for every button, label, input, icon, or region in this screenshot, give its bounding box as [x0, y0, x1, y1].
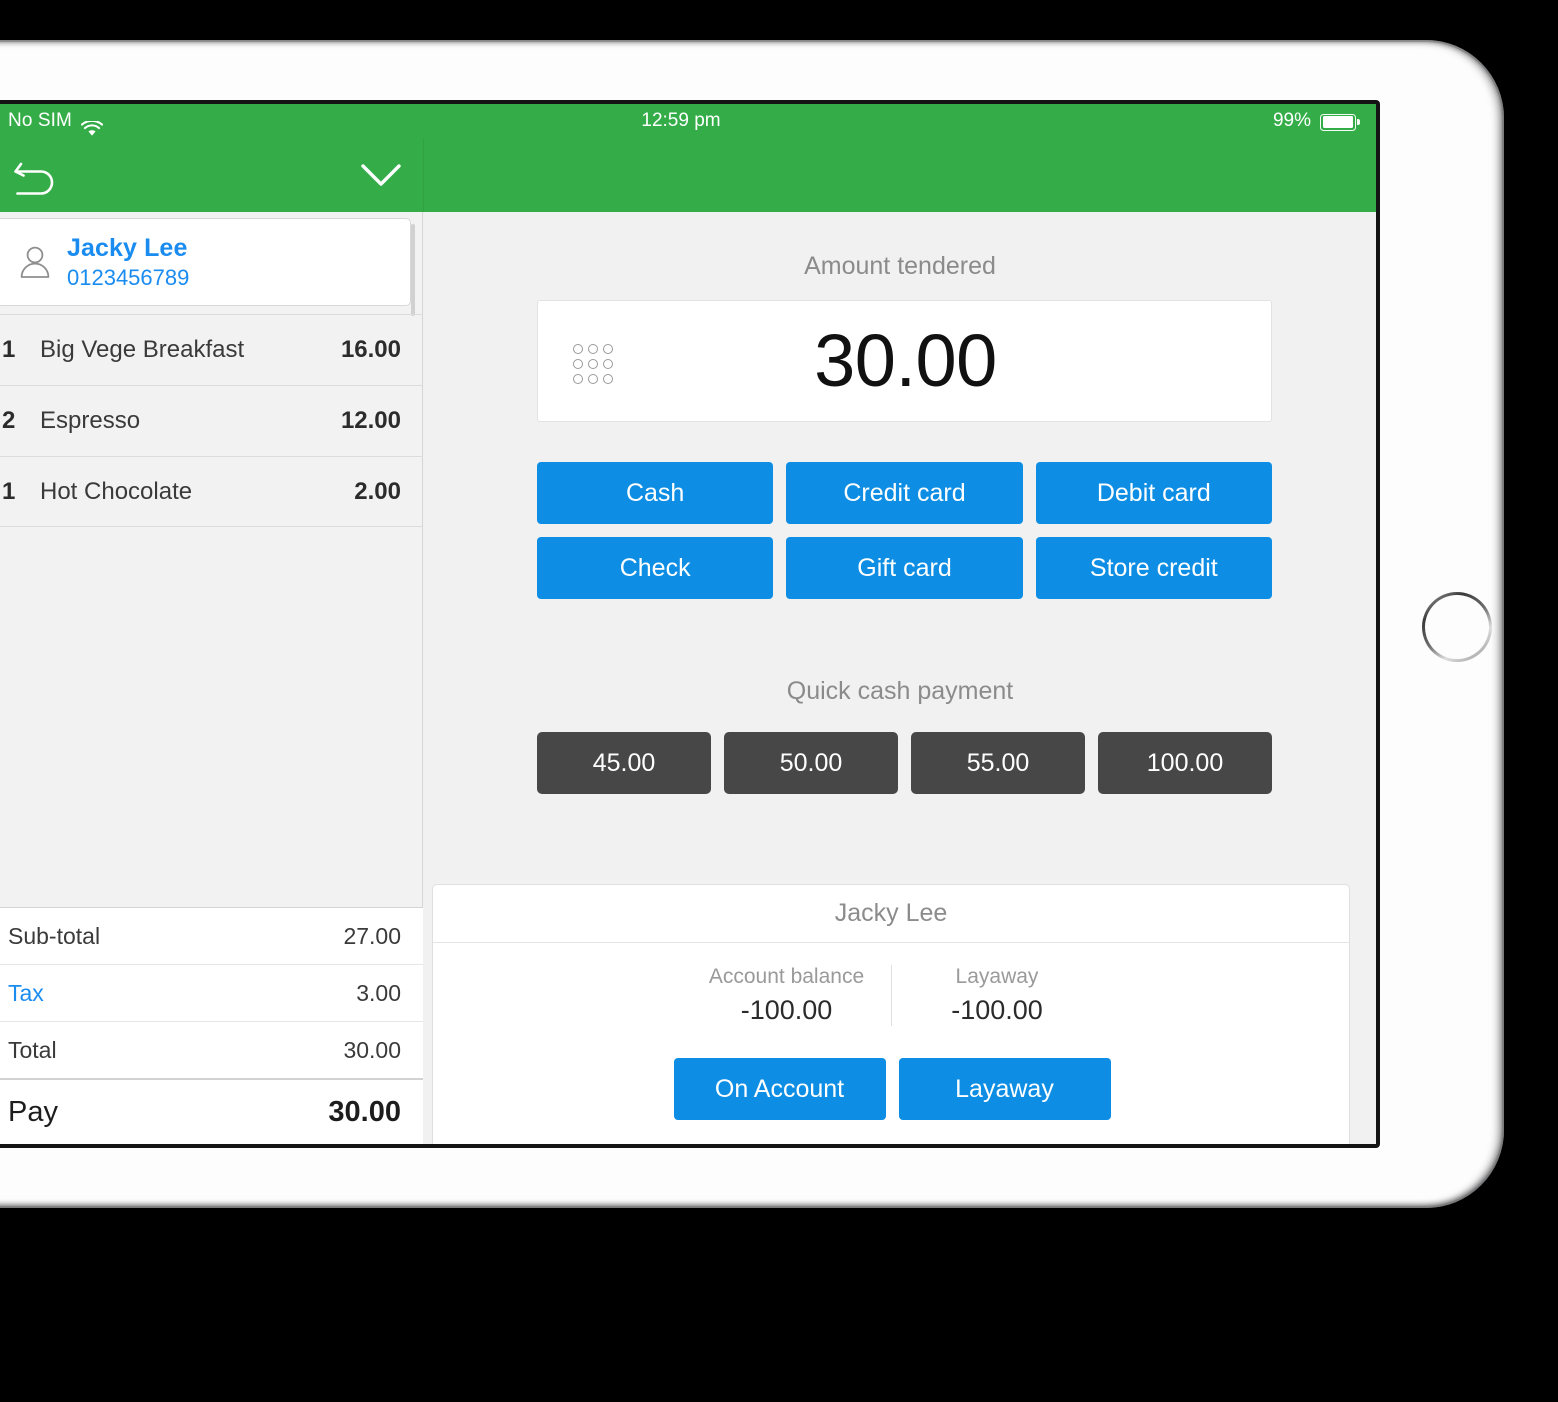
quick-cash-button-4[interactable]: 100.00 [1098, 732, 1272, 794]
status-bar-right: 99% [1272, 104, 1360, 138]
payment-method-credit-card-button[interactable]: Credit card [786, 462, 1023, 524]
customer-card[interactable]: Jacky Lee 0123456789 [0, 218, 411, 306]
payment-method-debit-card-button[interactable]: Debit card [1035, 462, 1272, 524]
status-bar-clock: 12:59 pm [641, 110, 721, 131]
app-navbar [0, 138, 1376, 212]
pay-value: 30.00 [328, 1095, 401, 1128]
sale-sidebar: Jacky Lee 0123456789 1 Big Vege Breakfas… [0, 212, 423, 1144]
line-item-qty: 1 [2, 477, 16, 505]
tax-value: 3.00 [356, 979, 401, 1006]
screenshot-canvas: No SIM 12:59 pm 99% Jacky Lee 0123456789… [0, 0, 1558, 1402]
total-value: 30.00 [343, 1036, 401, 1063]
total-row: Total 30.00 [0, 1021, 423, 1078]
table-row[interactable]: 1 Hot Chocolate 2.00 [0, 456, 423, 527]
app-content: Jacky Lee 0123456789 1 Big Vege Breakfas… [0, 212, 1376, 1144]
totals-panel: Sub-total 27.00 Tax 3.00 Total 30.00 Pay… [0, 907, 423, 1144]
subtotal-label: Sub-total [8, 922, 101, 949]
account-card-actions: On Account Layaway [433, 1058, 1349, 1120]
customer-account-card: Jacky Lee Account balance -100.00 Layawa… [432, 884, 1350, 1144]
subtotal-row: Sub-total 27.00 [0, 907, 423, 964]
layaway-column: Layaway -100.00 [892, 965, 1102, 1026]
table-row[interactable]: 1 Big Vege Breakfast 16.00 [0, 314, 423, 385]
navbar-divider [423, 138, 424, 212]
payment-panel: Amount tendered 30.00 Cash Credit card D… [424, 212, 1376, 1144]
undo-arrow-icon[interactable] [11, 150, 63, 200]
person-icon [9, 244, 61, 280]
chevron-down-icon[interactable] [356, 156, 406, 194]
ipad-screen: No SIM 12:59 pm 99% Jacky Lee 0123456789… [0, 104, 1376, 1144]
line-item-price: 12.00 [340, 407, 401, 434]
home-button[interactable] [1422, 592, 1492, 662]
line-item-name: Big Vege Breakfast [40, 336, 245, 363]
amount-tendered-value: 30.00 [814, 318, 997, 402]
quick-cash-button-1[interactable]: 45.00 [537, 732, 711, 794]
layaway-label: Layaway [955, 965, 1039, 988]
amount-tendered-field[interactable]: 30.00 [537, 300, 1272, 422]
layaway-button[interactable]: Layaway [898, 1058, 1111, 1120]
account-balances: Account balance -100.00 Layaway -100.00 [433, 965, 1349, 1026]
quick-cash-payment-label: Quick cash payment [786, 677, 1014, 705]
payment-method-grid: Cash Credit card Debit card Check Gift c… [537, 462, 1272, 599]
account-balance-value: -100.00 [740, 995, 833, 1025]
subtotal-value: 27.00 [343, 922, 401, 949]
sidebar-scrollbar[interactable] [411, 224, 415, 316]
line-item-qty: 2 [2, 407, 16, 434]
table-row[interactable]: 2 Espresso 12.00 [0, 385, 423, 456]
quick-cash-button-3[interactable]: 55.00 [911, 732, 1085, 794]
customer-phone: 0123456789 [67, 264, 190, 290]
line-item-price: 16.00 [340, 336, 401, 363]
line-item-name: Hot Chocolate [40, 477, 193, 505]
payment-method-cash-button[interactable]: Cash [537, 462, 774, 524]
line-item-price: 2.00 [354, 477, 401, 505]
pay-label: Pay [8, 1095, 58, 1128]
account-balance-column: Account balance -100.00 [682, 965, 892, 1026]
quick-cash-grid: 45.00 50.00 55.00 100.00 [537, 732, 1272, 794]
line-items-list: 1 Big Vege Breakfast 16.00 2 Espresso 12… [0, 314, 423, 527]
layaway-value: -100.00 [951, 995, 1043, 1025]
payment-method-gift-card-button[interactable]: Gift card [786, 537, 1023, 599]
line-item-name: Espresso [40, 407, 141, 434]
total-label: Total [8, 1036, 57, 1063]
payment-method-check-button[interactable]: Check [537, 537, 774, 599]
customer-card-text: Jacky Lee 0123456789 [67, 233, 189, 291]
line-item-qty: 1 [2, 336, 16, 363]
battery-percent-label: 99% [1272, 110, 1311, 131]
tax-label[interactable]: Tax [8, 980, 356, 1007]
payment-method-store-credit-button[interactable]: Store credit [1035, 537, 1272, 599]
customer-name: Jacky Lee [67, 234, 188, 262]
battery-full-icon [1320, 113, 1360, 131]
on-account-button[interactable]: On Account [673, 1058, 886, 1120]
tax-row[interactable]: Tax 3.00 [0, 964, 423, 1021]
account-card-body: Account balance -100.00 Layaway -100.00 … [433, 943, 1349, 1144]
account-card-customer-name: Jacky Lee [433, 885, 1349, 943]
quick-cash-button-2[interactable]: 50.00 [724, 732, 898, 794]
amount-tendered-label: Amount tendered [804, 252, 996, 280]
status-bar: No SIM 12:59 pm 99% [0, 104, 1376, 138]
pay-row[interactable]: Pay 30.00 [0, 1078, 423, 1144]
account-balance-label: Account balance [708, 965, 865, 988]
